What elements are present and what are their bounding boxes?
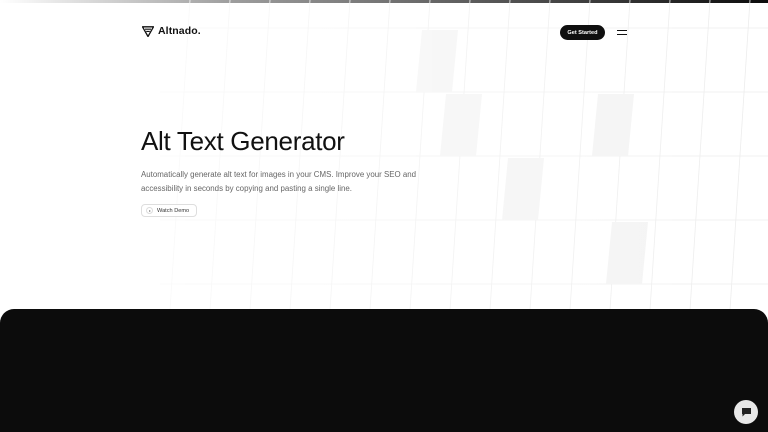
chat-bubble-icon [741,408,751,417]
brand-name: Altnado. [158,25,201,37]
chat-widget-button[interactable] [734,400,758,424]
page-title: Alt Text Generator [141,126,345,156]
altnado-logo-icon [142,25,154,37]
background-grid-pattern [0,0,768,310]
watch-demo-button[interactable]: Watch Demo [141,204,197,217]
watch-demo-label: Watch Demo [157,207,190,214]
play-icon [146,207,153,214]
brand-logo[interactable]: Altnado. [142,25,201,37]
menu-line [617,30,627,32]
get-started-button[interactable]: Get Started [560,25,605,40]
menu-line [617,34,627,36]
hamburger-menu-icon[interactable] [617,29,627,37]
dark-section [0,309,768,432]
hero-description: Automatically generate alt text for imag… [141,170,416,193]
